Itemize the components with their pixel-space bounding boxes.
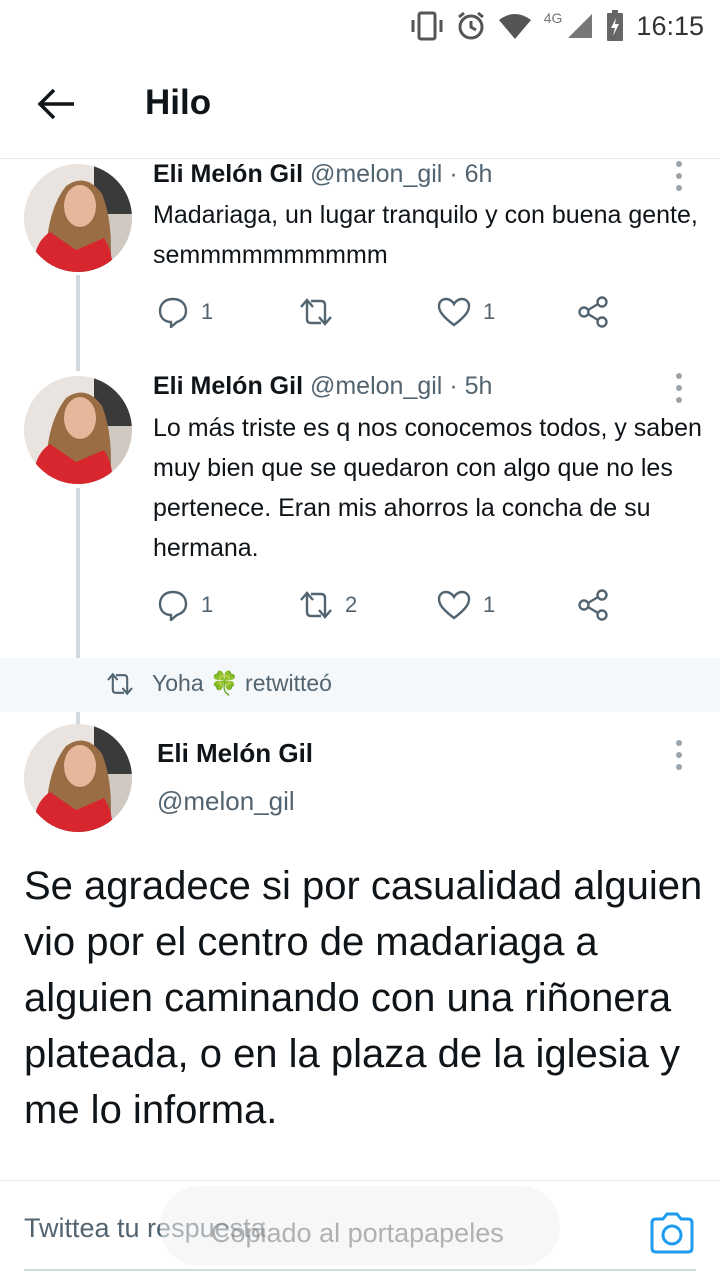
display-name[interactable]: Eli Melón Gil <box>153 372 303 400</box>
tweet-text: Lo más triste es q nos conocemos todos, … <box>153 414 702 562</box>
tweet-actions: 1 2 1 <box>153 585 623 625</box>
tweet-header: Eli Melón Gil @melon_gil · 6h <box>153 160 492 189</box>
retweet-icon <box>300 591 332 619</box>
retweeted-by-text: Yoha 🍀 retwitteó <box>152 670 332 697</box>
more-options-icon[interactable] <box>669 368 689 408</box>
display-name[interactable]: Eli Melón Gil <box>153 160 303 188</box>
tweet-text: Se agradece si por casualidad alguien vi… <box>24 864 703 1132</box>
like-button[interactable]: 1 <box>437 292 495 332</box>
reply-button[interactable]: 1 <box>157 292 213 332</box>
retweet-icon <box>107 672 133 696</box>
share-button[interactable] <box>577 585 609 625</box>
like-button[interactable]: 1 <box>437 585 495 625</box>
tweet-header: Eli Melón Gil @melon_gil · 5h <box>153 372 492 401</box>
display-name[interactable]: Eli Melón Gil <box>157 738 313 769</box>
handle[interactable]: @melon_gil <box>310 372 442 400</box>
battery-icon <box>607 10 624 41</box>
timestamp: · 5h <box>449 372 493 400</box>
avatar[interactable] <box>24 164 132 272</box>
retweet-count: 2 <box>345 592 358 617</box>
reply-underline <box>24 1269 696 1271</box>
reply-count: 1 <box>201 592 214 617</box>
share-button[interactable] <box>577 292 609 332</box>
share-icon <box>578 296 608 328</box>
retweeted-label: retwitteó <box>245 670 332 696</box>
tweet-text: Madariaga, un lugar tranquilo y con buen… <box>153 201 698 269</box>
handle[interactable]: @melon_gil <box>310 160 442 188</box>
back-arrow-icon[interactable] <box>34 82 78 126</box>
camera-icon[interactable] <box>648 1211 696 1255</box>
thread-line <box>76 275 80 371</box>
avatar[interactable] <box>24 376 132 484</box>
retweet-button[interactable]: 2 <box>299 585 357 625</box>
clover-emoji: 🍀 <box>210 670 239 696</box>
page-title: Hilo <box>145 83 212 122</box>
like-count: 1 <box>483 592 496 617</box>
thread-line <box>76 488 80 658</box>
network-type: 4G <box>543 10 563 26</box>
more-options-icon[interactable] <box>669 156 689 196</box>
reply-button[interactable]: 1 <box>157 585 213 625</box>
timestamp: · 6h <box>449 160 493 188</box>
thread-line <box>76 712 80 724</box>
toast-message: Copiado al portapapeles <box>211 1218 504 1248</box>
retweet-icon <box>300 298 332 326</box>
heart-icon <box>437 590 471 620</box>
more-options-icon[interactable] <box>669 735 689 775</box>
avatar[interactable] <box>24 724 132 832</box>
retweet-button[interactable] <box>299 292 345 332</box>
like-count: 1 <box>483 299 496 324</box>
reply-icon <box>158 297 188 328</box>
heart-icon <box>437 297 471 327</box>
clock: 16:15 <box>636 10 704 41</box>
reply-count: 1 <box>201 299 214 324</box>
share-icon <box>578 589 608 621</box>
alarm-icon <box>457 11 484 40</box>
retweeted-by-bar[interactable]: Yoha 🍀 retwitteó <box>0 658 720 712</box>
app-bar: Hilo <box>0 52 720 159</box>
signal-icon <box>568 14 593 38</box>
vibrate-icon <box>411 11 443 41</box>
handle[interactable]: @melon_gil <box>157 786 295 817</box>
tweet-actions: 1 1 <box>153 292 623 332</box>
retweeter-name[interactable]: Yoha <box>152 670 204 696</box>
reply-icon <box>158 590 188 621</box>
wifi-icon <box>498 14 531 39</box>
status-bar: 4G 16:15 <box>0 0 720 52</box>
